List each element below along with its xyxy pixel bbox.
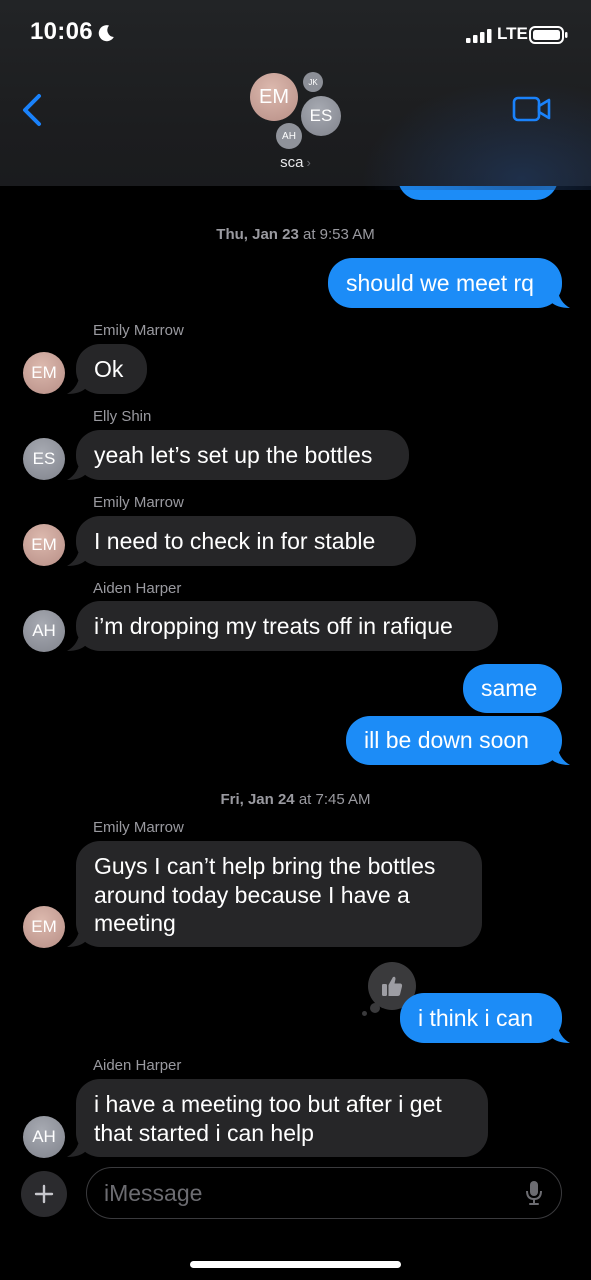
timestamp-at: at	[302, 226, 316, 243]
message-text-line: Guys I can’t help bring the bottles	[94, 853, 436, 879]
message-bubble-incoming[interactable]: yeah let’s set up the bottles	[76, 430, 409, 480]
bubble-tail	[551, 288, 570, 308]
message-bubble-incoming[interactable]: I need to check in for stable	[76, 516, 416, 566]
avatar[interactable]: EM	[23, 906, 65, 948]
bubble-tail	[551, 1023, 570, 1043]
network-type: LTE	[497, 24, 528, 43]
microphone-icon[interactable]	[525, 1180, 543, 1206]
message-text-line: around today because I have a	[94, 881, 410, 908]
tapback-dot	[362, 1011, 367, 1016]
message-bubble-outgoing[interactable]: same	[463, 664, 562, 713]
group-avatar-em: EM	[250, 73, 298, 121]
back-button[interactable]	[16, 88, 56, 132]
message-bubble-incoming[interactable]: Guys I can’t help bring the bottles arou…	[76, 841, 482, 947]
timestamp-day: Fri, Jan 24	[220, 791, 295, 808]
message-text: i’m dropping my treats off in rafique	[94, 612, 453, 639]
message-text: Ok	[94, 355, 124, 382]
thumbs-up-icon	[382, 976, 403, 996]
message-text: I need to check in for stable	[94, 527, 376, 554]
sender-name: Emily Marrow	[93, 819, 184, 836]
timestamp-at: at	[298, 791, 312, 808]
avatar[interactable]: AH	[23, 610, 65, 652]
bubble-tail	[67, 1137, 86, 1157]
conversation-header: 10:06 LTE EM JK ES AH sca ›	[0, 0, 591, 190]
sender-name: Aiden Harper	[93, 1057, 182, 1074]
group-avatars[interactable]: EM JK ES AH	[245, 68, 355, 158]
moon-icon	[98, 25, 114, 42]
video-call-button[interactable]	[510, 92, 554, 126]
avatar[interactable]: ES	[23, 438, 65, 480]
message-input-placeholder: iMessage	[104, 1180, 203, 1206]
timestamp-divider: Fri, Jan 24 at 7:45 AM	[0, 791, 591, 808]
group-avatar-jk: JK	[303, 72, 323, 92]
group-avatar-es: ES	[301, 96, 341, 136]
chevron-right-icon: ›	[306, 155, 311, 170]
timestamp-time: 9:53 AM	[319, 226, 375, 243]
message-text: yeah let’s set up the bottles	[94, 441, 373, 468]
bubble-tail	[551, 745, 570, 765]
avatar[interactable]: EM	[23, 352, 65, 394]
message-text-line: i have a meeting too but after i get	[94, 1091, 442, 1117]
home-indicator[interactable]	[190, 1261, 401, 1268]
message-text: i think i can	[418, 1004, 534, 1031]
message-bubble-outgoing[interactable]: ill be down soon	[346, 716, 562, 765]
message-bubble-incoming[interactable]: Ok	[76, 344, 147, 394]
bubble-tail	[67, 927, 86, 947]
avatar[interactable]: EM	[23, 524, 65, 566]
avatar[interactable]: AH	[23, 1116, 65, 1158]
message-bubble-incoming[interactable]: i’m dropping my treats off in rafique	[76, 601, 498, 651]
message-text-line: meeting	[94, 910, 176, 936]
status-time: 10:06	[30, 18, 93, 45]
cellular-signal-icon	[466, 29, 492, 43]
timestamp-day: Thu, Jan 23	[216, 226, 299, 243]
message-bubble-outgoing[interactable]: should we meet rq	[328, 258, 562, 308]
message-bubble-incoming[interactable]: i have a meeting too but after i get tha…	[76, 1079, 488, 1157]
bubble-tail	[67, 460, 86, 480]
message-text-line: that started i can help	[94, 1119, 314, 1146]
group-name-row[interactable]: sca ›	[0, 154, 591, 171]
message-text: should we meet rq	[346, 269, 534, 296]
message-input[interactable]: iMessage	[86, 1167, 562, 1219]
battery-icon	[529, 26, 568, 44]
group-avatar-ah: AH	[276, 123, 302, 149]
plus-icon	[34, 1184, 54, 1204]
message-text: same	[481, 675, 538, 702]
header-glow	[361, 80, 591, 190]
apps-plus-button[interactable]	[21, 1171, 67, 1217]
sender-name: Aiden Harper	[93, 580, 182, 597]
sender-name: Emily Marrow	[93, 322, 184, 339]
bubble-tail	[67, 546, 86, 566]
timestamp-divider: Thu, Jan 23 at 9:53 AM	[0, 226, 591, 243]
bubble-tail	[67, 631, 86, 651]
sender-name: Elly Shin	[93, 408, 152, 425]
timestamp-time: 7:45 AM	[315, 791, 371, 808]
bubble-tail	[67, 374, 86, 394]
group-name: sca	[280, 154, 304, 171]
message-bubble-outgoing[interactable]: i think i can	[400, 993, 562, 1043]
sender-name: Emily Marrow	[93, 494, 184, 511]
message-text: ill be down soon	[364, 727, 529, 754]
